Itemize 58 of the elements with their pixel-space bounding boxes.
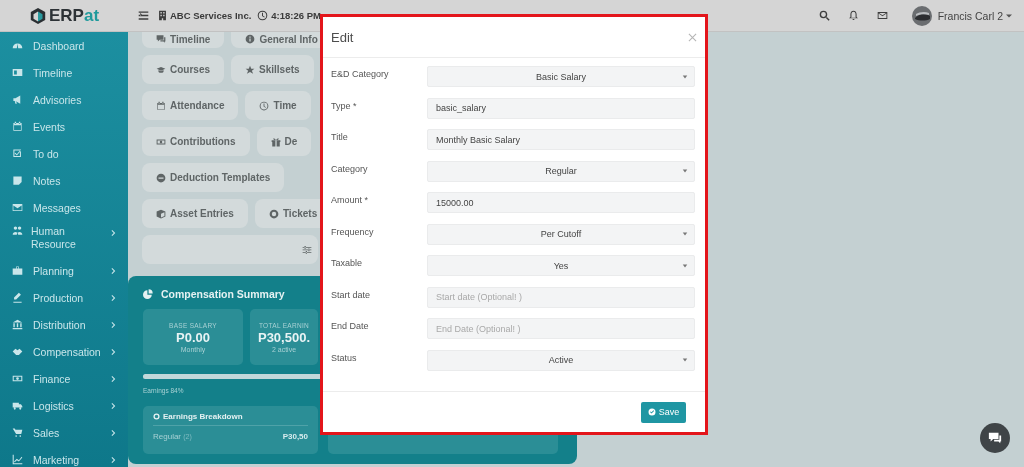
module-button[interactable]: Attendance bbox=[142, 91, 239, 120]
sidebar-item[interactable]: Production bbox=[0, 284, 128, 311]
module-button[interactable]: Tickets bbox=[254, 199, 320, 228]
module-button[interactable]: Asset Entries bbox=[142, 199, 248, 228]
module-button[interactable]: Time bbox=[245, 91, 311, 120]
sidebar-item[interactable]: To do bbox=[0, 140, 128, 167]
select-field[interactable]: Yes bbox=[427, 255, 695, 276]
sidebar-item[interactable]: Marketing bbox=[0, 446, 128, 467]
module-button[interactable]: Courses bbox=[142, 55, 224, 84]
dialog-title: Edit bbox=[331, 29, 354, 45]
stat-value: P30,500. bbox=[257, 329, 310, 345]
sidebar-item[interactable]: Dashboard bbox=[0, 32, 128, 59]
field-label: Category bbox=[331, 162, 369, 176]
input-field[interactable]: Start date (Optional! ) bbox=[427, 286, 695, 308]
module-button[interactable]: Contributions bbox=[142, 127, 250, 156]
clock-time: 4:18:26 PM bbox=[271, 10, 321, 21]
sidebar-item[interactable]: Events bbox=[0, 113, 128, 140]
field-label: Type * bbox=[331, 99, 358, 113]
module-button[interactable]: General Info bbox=[231, 32, 320, 48]
field-label: Frequency bbox=[331, 225, 375, 239]
module-button[interactable]: Timeline bbox=[142, 32, 225, 48]
card-title: Compensation Summary bbox=[161, 288, 285, 300]
sidebar-item[interactable]: Messages bbox=[0, 194, 128, 221]
user-menu-button[interactable]: Francis Carl 2 bbox=[931, 9, 1006, 22]
stat-value: P0.00 bbox=[176, 329, 210, 345]
sidebar-item[interactable]: Timeline bbox=[0, 59, 128, 86]
select-field[interactable]: Basic Salary bbox=[427, 66, 695, 87]
sidebar-item[interactable]: Compensation bbox=[0, 338, 128, 365]
input-field[interactable]: basic_salary bbox=[427, 97, 695, 119]
save-button[interactable]: Save bbox=[641, 401, 686, 423]
field-label: End Date bbox=[331, 320, 370, 333]
select-field[interactable]: Regular bbox=[427, 160, 695, 182]
module-button[interactable]: De bbox=[256, 127, 312, 156]
sidebar-item[interactable]: Human Resource bbox=[0, 221, 128, 257]
sidebar-item[interactable]: Finance bbox=[0, 365, 128, 392]
field-label: E&D Category bbox=[331, 68, 390, 81]
input-field[interactable]: 15000.00 bbox=[427, 192, 695, 213]
breakdown-amount: P30,50 bbox=[282, 432, 308, 441]
sidebar-item[interactable]: Planning bbox=[0, 257, 128, 284]
field-label: Amount * bbox=[331, 194, 370, 207]
select-field[interactable]: Active bbox=[427, 349, 695, 371]
sidebar-item[interactable]: Advisories bbox=[0, 86, 128, 113]
module-button[interactable]: Deduction Templates bbox=[142, 163, 285, 192]
input-field[interactable]: End Date (Optional! ) bbox=[427, 318, 695, 339]
logo-text: ERPat bbox=[48, 5, 100, 26]
select-field[interactable]: Per Cutoff bbox=[427, 223, 695, 245]
module-button[interactable]: Skillsets bbox=[231, 55, 314, 84]
company-name: ABC Services Inc. bbox=[170, 10, 252, 21]
input-field[interactable]: Monthly Basic Salary bbox=[427, 129, 695, 150]
field-label: Status bbox=[331, 351, 358, 365]
field-label: Start date bbox=[331, 288, 372, 302]
field-label: Title bbox=[331, 131, 349, 144]
breakdown-title: Earnings Breakdown bbox=[163, 412, 243, 421]
sidebar-item[interactable]: Distribution bbox=[0, 311, 128, 338]
sidebar-item[interactable]: Logistics bbox=[0, 392, 128, 419]
sidebar-item[interactable]: Sales bbox=[0, 419, 128, 446]
sidebar-item[interactable]: Notes bbox=[0, 167, 128, 194]
field-label: Taxable bbox=[331, 257, 364, 270]
